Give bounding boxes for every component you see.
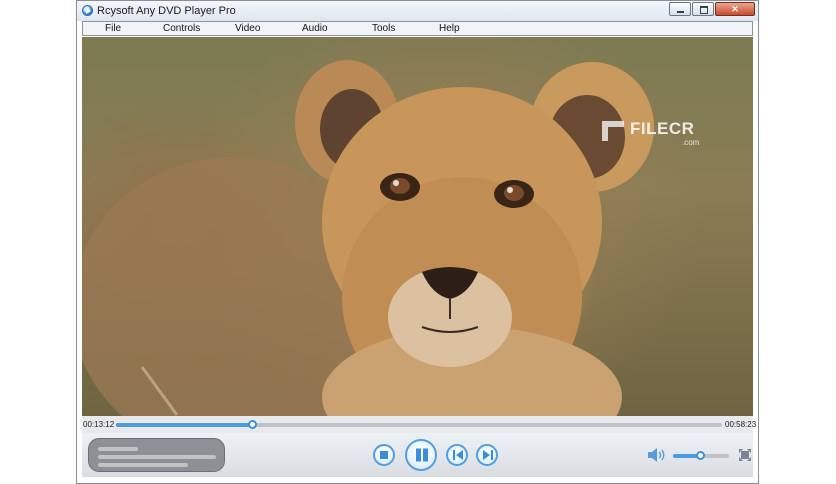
menu-help[interactable]: Help (439, 22, 460, 35)
info-line (98, 447, 138, 451)
info-line (98, 463, 188, 467)
menu-tools[interactable]: Tools (372, 22, 395, 35)
menu-bar: File Controls Video Audio Tools Help (82, 21, 753, 36)
volume-handle[interactable] (696, 451, 705, 460)
stop-button[interactable] (373, 444, 395, 466)
lion-cub-frame (82, 60, 654, 416)
fullscreen-icon[interactable] (739, 449, 751, 461)
watermark-logo-icon (602, 121, 624, 141)
info-line (98, 455, 216, 459)
dvd-player-icon (82, 5, 93, 16)
speaker-icon[interactable] (647, 447, 667, 463)
seek-bar-fill (116, 423, 254, 427)
total-time: 00:58:23 (725, 420, 757, 429)
elapsed-time: 00:13:12 (83, 420, 115, 429)
title-bar[interactable]: Rcysoft Any DVD Player Pro (77, 1, 758, 21)
pause-icon (407, 441, 435, 469)
control-bar (82, 433, 753, 477)
watermark: FILECR .com (602, 119, 699, 147)
window-title: Rcysoft Any DVD Player Pro (97, 5, 236, 17)
video-display[interactable]: FILECR .com (82, 37, 753, 416)
watermark-brand: FILECR (630, 119, 695, 138)
previous-button[interactable] (446, 444, 468, 466)
seek-row: 00:13:12 00:58:23 (82, 416, 757, 433)
pause-button[interactable] (405, 439, 437, 471)
menu-file[interactable]: File (105, 22, 121, 35)
seek-bar[interactable] (116, 420, 722, 429)
menu-audio[interactable]: Audio (302, 22, 328, 35)
window-controls (669, 2, 755, 16)
next-chapter-icon (478, 446, 496, 464)
media-info-panel (88, 438, 225, 472)
previous-chapter-icon (448, 446, 466, 464)
minimize-button[interactable] (669, 2, 691, 16)
player-window: Rcysoft Any DVD Player Pro File Controls… (76, 0, 759, 484)
maximize-button[interactable] (692, 2, 714, 16)
menu-controls[interactable]: Controls (163, 22, 200, 35)
menu-video[interactable]: Video (235, 22, 260, 35)
watermark-domain: .com (682, 138, 700, 147)
seek-handle[interactable] (248, 420, 258, 429)
next-button[interactable] (476, 444, 498, 466)
stop-icon (380, 451, 388, 459)
volume-slider[interactable] (673, 451, 729, 460)
close-button[interactable] (715, 2, 755, 16)
